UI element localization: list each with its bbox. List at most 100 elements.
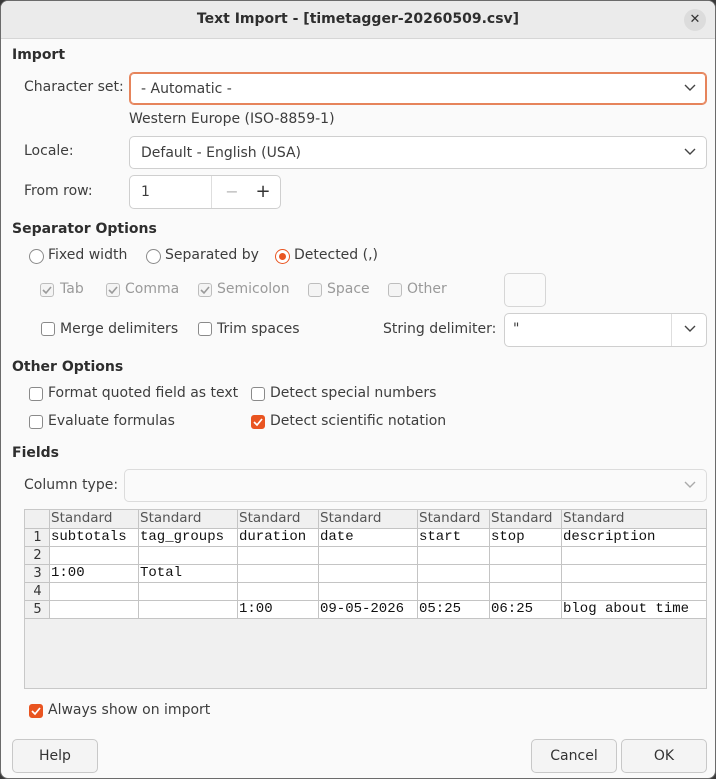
- column-type-header[interactable]: Standard: [50, 510, 139, 529]
- grid-cell[interactable]: [490, 547, 562, 565]
- comma-checkbox[interactable]: [106, 283, 120, 297]
- separated-by-radio[interactable]: [146, 249, 161, 264]
- text-import-dialog: Text Import - [timetagger-20260509.csv] …: [0, 0, 716, 779]
- column-type-header[interactable]: Standard: [319, 510, 418, 529]
- grid-cell[interactable]: [490, 583, 562, 601]
- grid-cell[interactable]: [139, 601, 238, 619]
- close-button[interactable]: ✕: [684, 9, 706, 31]
- grid-cell[interactable]: blog about time: [562, 601, 706, 619]
- column-type-combo[interactable]: [124, 469, 707, 502]
- grid-cell[interactable]: [238, 565, 319, 583]
- semicolon-checkbox[interactable]: [198, 283, 212, 297]
- separator-section-heading: Separator Options: [12, 221, 157, 237]
- separated-by-label: Separated by: [165, 247, 259, 263]
- grid-cell[interactable]: [562, 583, 706, 601]
- chevron-down-icon: [684, 145, 696, 159]
- string-delimiter-value: ": [513, 321, 520, 337]
- other-separator-input[interactable]: [504, 273, 546, 307]
- grid-cell[interactable]: [139, 547, 238, 565]
- chevron-down-icon: [684, 322, 696, 336]
- charset-label: Character set:: [24, 79, 124, 95]
- grid-cell[interactable]: [418, 583, 490, 601]
- column-type-header[interactable]: Standard: [238, 510, 319, 529]
- format-quoted-label: Format quoted field as text: [48, 385, 239, 401]
- grid-cell[interactable]: stop: [490, 529, 562, 547]
- checkmark-icon: [31, 707, 41, 716]
- row-number: 4: [25, 583, 50, 601]
- spinner-divider: [211, 176, 212, 208]
- close-icon: ✕: [689, 12, 701, 27]
- grid-cell[interactable]: [418, 547, 490, 565]
- import-section-heading: Import: [12, 47, 66, 63]
- grid-cell[interactable]: [418, 565, 490, 583]
- tab-checkbox[interactable]: [40, 283, 54, 297]
- grid-cell[interactable]: [562, 565, 706, 583]
- always-show-checkbox[interactable]: [29, 704, 43, 718]
- grid-cell[interactable]: description: [562, 529, 706, 547]
- evaluate-formulas-checkbox[interactable]: [29, 415, 43, 429]
- merge-delimiters-checkbox[interactable]: [41, 322, 55, 336]
- grid-cell[interactable]: duration: [238, 529, 319, 547]
- detect-special-numbers-checkbox[interactable]: [251, 387, 265, 401]
- grid-cell[interactable]: [50, 601, 139, 619]
- chevron-down-icon: [684, 81, 696, 95]
- grid-cell[interactable]: [50, 583, 139, 601]
- grid-cell[interactable]: [319, 547, 418, 565]
- detect-special-numbers-label: Detect special numbers: [270, 385, 437, 401]
- checkmark-icon: [200, 286, 210, 295]
- ok-button[interactable]: OK: [621, 739, 707, 773]
- grid-cell[interactable]: 1:00: [238, 601, 319, 619]
- grid-cell[interactable]: [238, 583, 319, 601]
- tab-label: Tab: [60, 281, 84, 297]
- grid-cell[interactable]: [319, 565, 418, 583]
- grid-cell[interactable]: [490, 565, 562, 583]
- checkmark-icon: [253, 418, 263, 427]
- fixed-width-label: Fixed width: [48, 247, 128, 263]
- fixed-width-radio[interactable]: [29, 249, 44, 264]
- grid-cell[interactable]: 05:25: [418, 601, 490, 619]
- from-row-spinner[interactable]: 1 − +: [129, 175, 281, 209]
- from-row-value: 1: [141, 184, 150, 200]
- help-button[interactable]: Help: [12, 739, 98, 773]
- detect-scientific-checkbox[interactable]: [251, 415, 265, 429]
- string-delimiter-combo[interactable]: ": [504, 313, 707, 347]
- grid-cell[interactable]: start: [418, 529, 490, 547]
- column-type-header[interactable]: Standard: [418, 510, 490, 529]
- grid-cell[interactable]: subtotals: [50, 529, 139, 547]
- grid-corner: [25, 510, 50, 529]
- row-number: 3: [25, 565, 50, 583]
- plus-icon: +: [255, 181, 271, 202]
- increment-button[interactable]: +: [253, 181, 273, 202]
- grid-cell[interactable]: 1:00: [50, 565, 139, 583]
- space-checkbox[interactable]: [308, 283, 322, 297]
- decrement-button[interactable]: −: [222, 182, 242, 202]
- grid-cell[interactable]: tag_groups: [139, 529, 238, 547]
- detected-label: Detected (,): [294, 247, 379, 263]
- semicolon-label: Semicolon: [217, 281, 290, 297]
- grid-cell[interactable]: [50, 547, 139, 565]
- charset-combo[interactable]: - Automatic -: [129, 72, 707, 105]
- grid-cell[interactable]: [562, 547, 706, 565]
- format-quoted-checkbox[interactable]: [29, 387, 43, 401]
- detected-radio[interactable]: [275, 249, 290, 264]
- charset-value: - Automatic -: [141, 81, 232, 97]
- column-type-header[interactable]: Standard: [139, 510, 238, 529]
- other-label: Other: [407, 281, 447, 297]
- column-type-label: Column type:: [24, 477, 119, 493]
- other-checkbox[interactable]: [388, 283, 402, 297]
- cancel-button[interactable]: Cancel: [531, 739, 617, 773]
- grid-cell[interactable]: Total: [139, 565, 238, 583]
- column-type-header[interactable]: Standard: [562, 510, 706, 529]
- trim-spaces-checkbox[interactable]: [198, 322, 212, 336]
- grid-cell[interactable]: 06:25: [490, 601, 562, 619]
- grid-cell[interactable]: [238, 547, 319, 565]
- locale-combo[interactable]: Default - English (USA): [129, 136, 707, 169]
- preview-grid[interactable]: Standard Standard Standard Standard Standard…: [24, 509, 707, 689]
- checkmark-icon: [42, 286, 52, 295]
- grid-cell[interactable]: date: [319, 529, 418, 547]
- grid-cell[interactable]: 09-05-2026: [319, 601, 418, 619]
- grid-cell[interactable]: [319, 583, 418, 601]
- checkmark-icon: [108, 286, 118, 295]
- column-type-header[interactable]: Standard: [490, 510, 562, 529]
- grid-cell[interactable]: [139, 583, 238, 601]
